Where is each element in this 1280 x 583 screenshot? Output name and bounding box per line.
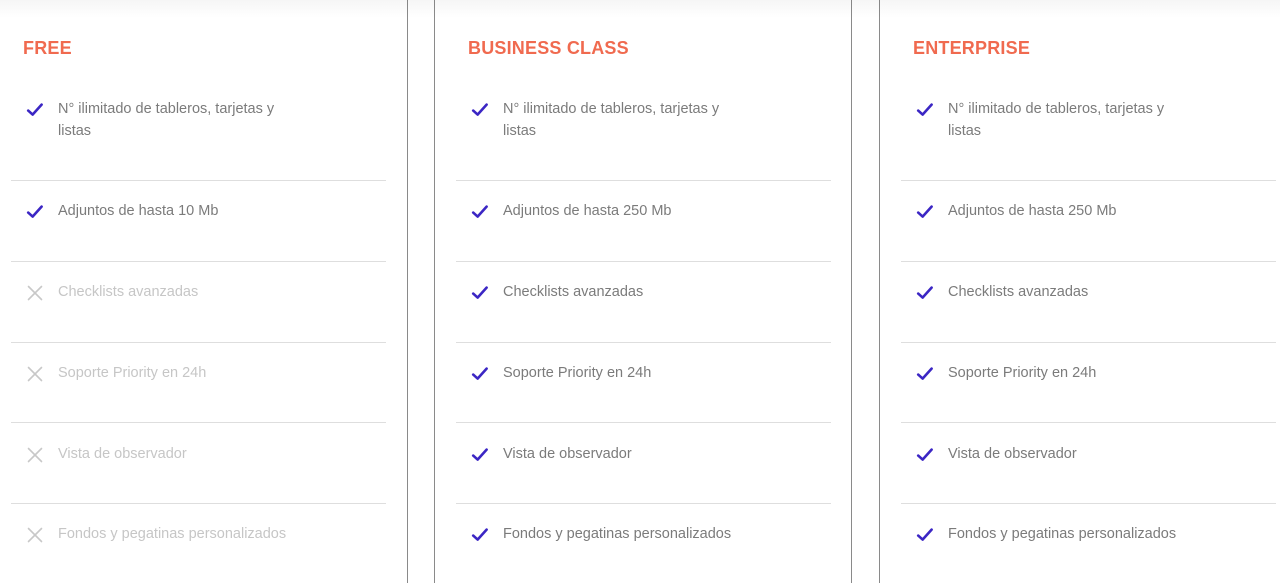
feature-separator [456,180,831,181]
feature-separator [456,422,831,423]
feature-separator [11,261,386,262]
column-divider [434,0,435,583]
plan-column-business-class: BUSINESS CLASS N° ilimitado de tableros, … [456,0,831,583]
feature-separator [456,503,831,504]
feature-separator [456,342,831,343]
feature-separator [901,180,1276,181]
feature-label: N° ilimitado de tableros, tarjetas y lis… [58,101,275,139]
feature-label: Adjuntos de hasta 250 Mb [948,203,1117,219]
feature-label: Fondos y pegatinas personalizados [948,526,1177,542]
feature-label: Adjuntos de hasta 10 Mb [58,203,219,219]
cross-icon [26,446,44,464]
feature-label: N° ilimitado de tableros, tarjetas y lis… [948,101,1165,139]
feature-separator [901,503,1276,504]
feature-label: Checklists avanzadas [948,284,1089,300]
check-icon [916,284,934,302]
feature-label: Checklists avanzadas [503,284,644,300]
feature-label: N° ilimitado de tableros, tarjetas y lis… [503,101,720,139]
column-divider [879,0,880,583]
check-icon [471,284,489,302]
check-icon [916,203,934,221]
feature-label: Vista de observador [503,446,632,462]
feature-label: Vista de observador [58,446,187,462]
feature-label: Soporte Priority en 24h [948,365,1097,381]
check-icon [471,203,489,221]
check-icon [916,101,934,119]
feature-label: Vista de observador [948,446,1077,462]
feature-label: Fondos y pegatinas personalizados [58,526,287,542]
feature-label: Soporte Priority en 24h [503,365,652,381]
plan-column-free: FREE N° ilimitado de tableros, tarjetas y… [11,0,386,583]
check-icon [471,101,489,119]
feature-separator [11,422,386,423]
feature-separator [901,261,1276,262]
feature-separator [901,422,1276,423]
check-icon [471,446,489,464]
column-divider [851,0,852,583]
feature-label: Soporte Priority en 24h [58,365,207,381]
cross-icon [26,284,44,302]
feature-label: Fondos y pegatinas personalizados [503,526,732,542]
check-icon [916,526,934,544]
plan-title: FREE [23,38,72,58]
column-divider [407,0,408,583]
feature-label: Checklists avanzadas [58,284,199,300]
check-icon [471,526,489,544]
check-icon [471,365,489,383]
feature-separator [456,261,831,262]
feature-separator [11,180,386,181]
plan-title: BUSINESS CLASS [468,38,629,58]
plan-column-enterprise: ENTERPRISE N° ilimitado de tableros, tarj… [901,0,1276,583]
check-icon [916,365,934,383]
feature-separator [11,503,386,504]
check-icon [26,203,44,221]
cross-icon [26,526,44,544]
check-icon [916,446,934,464]
feature-separator [11,342,386,343]
cross-icon [26,365,44,383]
feature-separator [901,342,1276,343]
feature-label: Adjuntos de hasta 250 Mb [503,203,672,219]
plan-title: ENTERPRISE [913,38,1031,58]
check-icon [26,101,44,119]
